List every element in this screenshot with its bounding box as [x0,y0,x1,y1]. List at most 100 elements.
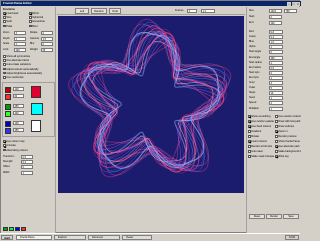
right-option-14[interactable]: Auto save [248,150,274,154]
right-option-9[interactable]: Render preview [275,135,301,139]
right-row-input-2[interactable]: 1.0 [269,40,283,45]
task-button-4[interactable]: Viewer [122,235,152,240]
right-row-input-13[interactable]: 1 [269,96,283,101]
field-input-2[interactable]: 1 [14,36,26,41]
right-top-input-1[interactable]: 0 [269,15,282,19]
right-option-0-checkbox[interactable] [248,115,251,118]
palette-value-2[interactable]: 255 [13,104,24,108]
right-option-3[interactable]: Draw with fast path [275,120,301,124]
field-input-4[interactable]: 1 [14,42,26,46]
right-option-4[interactable]: Use fixed colours [248,125,274,129]
right-row-input-8[interactable]: 0 [269,70,283,75]
right-option-15[interactable]: Make background transparent [275,150,301,154]
minimize-icon[interactable]: – [287,1,291,6]
right-option-10[interactable]: Invert colours [248,140,274,144]
field-input-7[interactable]: 25 [41,47,53,52]
mini-swatch-3[interactable] [21,227,26,231]
right-option-12[interactable]: Render at full size [248,145,274,149]
bottom-check-0[interactable]: Use colour map [3,140,55,144]
bottom-check-1[interactable]: Animate [3,144,55,148]
right-button-1[interactable]: Render [266,214,282,219]
right-row-input-10[interactable]: 3 [269,81,283,85]
palette-value-5[interactable]: 255 [13,128,24,132]
right-option-10-checkbox[interactable] [248,140,251,143]
right-row-input-0[interactable]: 0.8 [269,30,283,34]
right-option-2[interactable]: Use random palette [248,120,274,124]
option-check-5[interactable]: Use randomize [3,76,55,80]
final-input-3[interactable]: 1 [21,170,33,175]
right-option-16[interactable]: Make mask transparent [248,155,274,159]
task-button-2[interactable]: Explorer [54,235,86,240]
palette-value-0[interactable]: 128 [13,87,24,91]
random-button[interactable]: Random [91,8,107,14]
mini-swatch-1[interactable] [9,227,14,231]
bottom-check-2[interactable]: Alternating colours [3,149,55,153]
right-row-input-1[interactable]: 0.4 [269,35,283,40]
palette-value-3[interactable]: 200 [13,111,24,115]
right-option-1[interactable]: Use random colours [275,115,301,119]
right-option-4-checkbox[interactable] [248,125,251,128]
right-row-input-14[interactable]: 2 [269,101,283,106]
swatch-light-1[interactable] [5,111,11,117]
flame-canvas[interactable] [58,16,244,193]
task-button-3[interactable]: Document [88,235,120,240]
right-row-input-11[interactable]: 5 [269,86,283,91]
palette-value-1[interactable]: 64 [13,94,24,98]
mini-swatch-0[interactable] [3,227,8,231]
close-icon[interactable]: × [296,1,300,6]
field-input-1[interactable]: 0 [41,31,53,35]
right-row-input-5[interactable]: 360 [269,55,283,60]
right-top-input2-0[interactable]: 768 [284,9,297,13]
final-input-2[interactable]: 0 [21,165,33,170]
left-button[interactable]: Left [75,8,89,14]
bottom-check-0-checkbox[interactable] [3,140,6,143]
right-option-6[interactable]: Gradient [248,130,274,134]
final-input-0[interactable]: 0.5 [21,155,33,159]
right-row-input-7[interactable]: 0.5 [269,65,283,70]
field-input-5[interactable]: 0 [41,42,53,46]
right-top-input-0[interactable]: 1024 [269,9,282,13]
right-button-0[interactable]: Reset [249,214,265,219]
right-option-8[interactable]: Rotate [248,135,274,139]
zoom-select[interactable]: 1:1 [201,9,215,13]
right-option-0[interactable]: Show smoothing [248,115,274,119]
mini-swatch-2[interactable] [15,227,20,231]
field-input-0[interactable]: 3 [14,31,26,35]
palette-value-4[interactable]: 100 [13,121,24,125]
swatch-dark-2[interactable] [5,121,11,127]
swatch-light-2[interactable] [5,128,11,134]
task-button-1[interactable]: Fractal Flame [16,235,52,240]
func-check-1-checkbox[interactable] [29,12,32,15]
right-option-11[interactable]: Show fractal frame [275,140,301,144]
right-option-5[interactable]: Draw outlines [275,125,301,129]
func-check-6[interactable]: Polar [3,25,28,29]
right-row-input-15[interactable]: 1 [269,106,283,111]
right-row-input-9[interactable]: 1 [269,75,283,80]
swatch-dark-1[interactable] [5,104,11,110]
swatch-light-0[interactable] [5,94,11,100]
frames-input[interactable]: 3 [187,9,197,13]
right-top-input-2[interactable]: 100 [269,21,282,25]
right-option-17-checkbox[interactable] [275,155,278,158]
right-row-input-4[interactable]: 0 [269,50,283,55]
right-option-2-checkbox[interactable] [248,120,251,123]
right-option-13-checkbox[interactable] [275,145,278,148]
func-check-0-checkbox[interactable] [3,12,6,15]
swatch-dark-0[interactable] [5,87,11,93]
final-input-1[interactable]: 0.3 [21,160,33,165]
right-row-input-12[interactable]: 10 [269,91,283,96]
field-input-3[interactable]: 1.5 [41,36,53,41]
right-row-input-3[interactable]: 1 [269,45,283,50]
func-check-7[interactable]: Bent [29,25,54,29]
start-button[interactable]: start [1,235,13,240]
right-option-7[interactable]: Zoom in [275,130,301,134]
undo-button[interactable]: Undo [109,8,121,14]
right-row-input-6[interactable]: 1 [269,60,283,65]
right-option-17[interactable]: Write log [275,155,301,159]
field-input-6[interactable]: 100 [14,47,26,52]
right-option-7-checkbox[interactable] [275,130,278,133]
right-button-2[interactable]: Save [283,214,299,219]
maximize-icon[interactable]: □ [291,1,296,6]
bottom-check-1-checkbox[interactable] [3,144,6,147]
right-option-13[interactable]: Use alternate path [275,145,301,149]
